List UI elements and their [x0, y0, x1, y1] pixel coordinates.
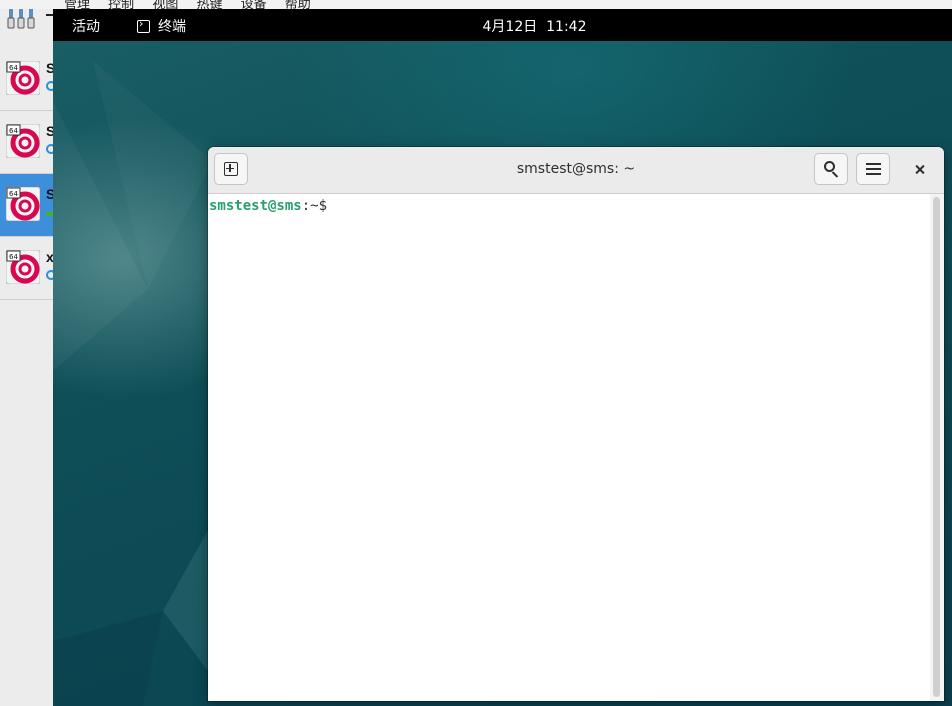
vm-badge: 64	[9, 127, 18, 135]
vm-row-4[interactable]: 64 x	[0, 237, 53, 300]
menu-help[interactable]: 帮助	[285, 0, 311, 9]
vm-badge: 64	[9, 64, 18, 72]
debian-vm-icon: 64	[6, 124, 40, 158]
terminal-headerbar[interactable]: smstest@sms: ~	[208, 147, 944, 194]
menu-manage[interactable]: 管理	[64, 0, 90, 9]
vm-badge: 64	[9, 190, 18, 198]
close-icon[interactable]	[910, 160, 932, 180]
menu-hotkeys[interactable]: 热键	[196, 0, 222, 9]
hamburger-icon	[866, 163, 881, 165]
terminal-content[interactable]: smstest@sms:~$	[208, 194, 930, 701]
gnome-top-bar: 活动 终端 4月12日 11:42	[53, 9, 952, 41]
menu-button[interactable]	[856, 153, 890, 185]
terminal-window: smstest@sms: ~ smstest@sms:~$	[208, 147, 944, 701]
tools-divider	[46, 14, 53, 16]
debian-vm-icon: 64	[6, 187, 40, 221]
menu-view[interactable]: 视图	[152, 0, 178, 9]
vm-window-menubar: 管理 控制 视图 热键 设备 帮助	[0, 0, 952, 9]
search-button[interactable]	[814, 153, 848, 185]
prompt-separator: :	[301, 198, 311, 214]
debian-vm-icon: 64	[6, 250, 40, 284]
prompt-user-host: smstest@sms	[209, 198, 302, 214]
search-icon	[824, 161, 835, 172]
guest-desktop: 活动 终端 4月12日 11:42 smstest@sms: ~	[53, 9, 952, 706]
vm-row-3-selected[interactable]: 64 S	[0, 174, 53, 237]
clock-label[interactable]: 4月12日 11:42	[483, 19, 587, 35]
scrollbar[interactable]	[933, 197, 940, 697]
menu-devices[interactable]: 设备	[241, 0, 267, 9]
vm-row-1[interactable]: 64 S	[0, 48, 53, 111]
date-time[interactable]: 4月12日 11:42	[53, 16, 952, 36]
debian-vm-icon: 64	[6, 61, 40, 95]
shell-prompt: smstest@sms:~$	[209, 198, 327, 214]
prompt-path: ~$	[310, 198, 328, 214]
menu-control[interactable]: 控制	[108, 0, 134, 9]
vm-list-sidebar: 64 S 64 S 64 S 64	[0, 0, 54, 706]
vm-badge: 64	[9, 253, 18, 261]
vm-row-2[interactable]: 64 S	[0, 111, 53, 174]
